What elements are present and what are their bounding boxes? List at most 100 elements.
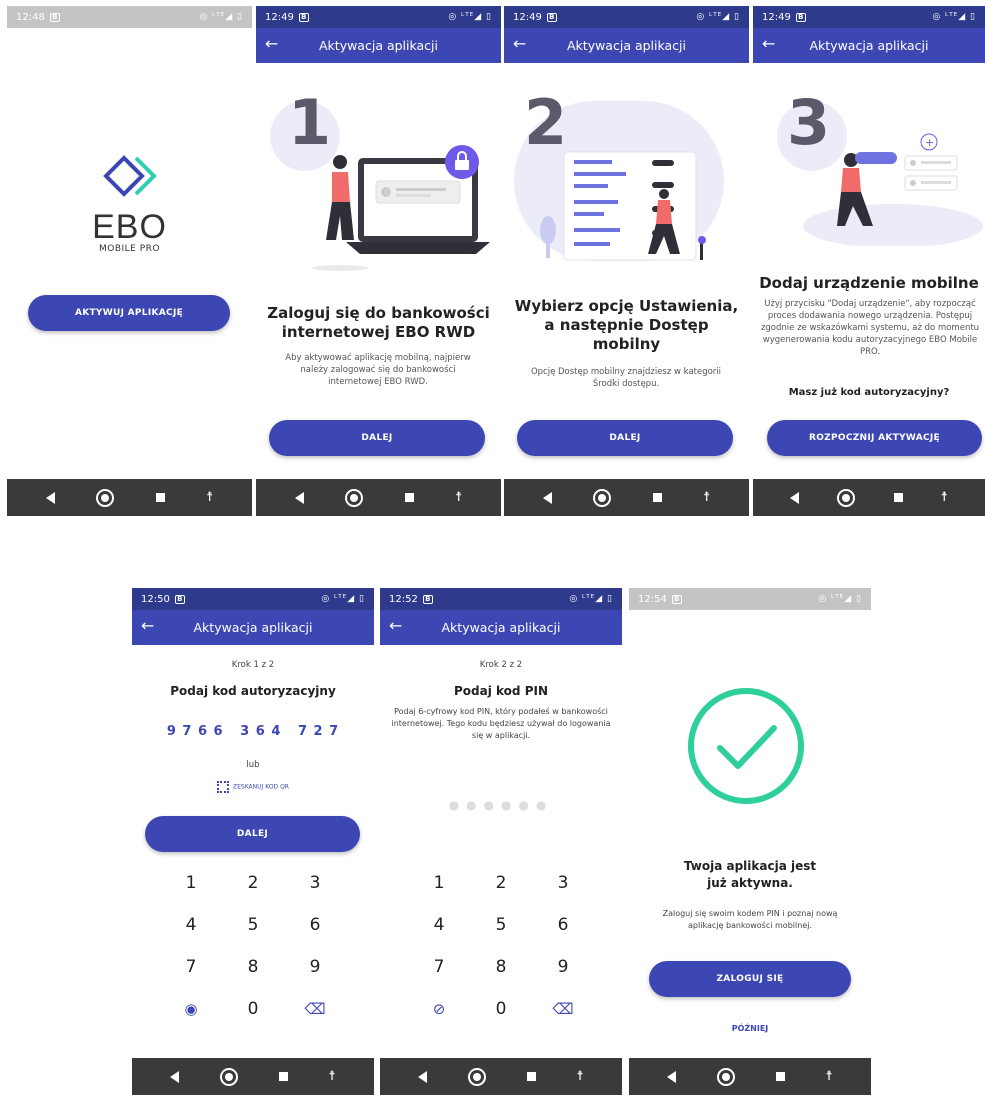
key-4[interactable]: 4 [408, 913, 470, 937]
next-button[interactable]: DALEJ [145, 816, 360, 852]
accessibility-icon[interactable]: ☨ [206, 490, 213, 505]
app-bar: ← Aktywacja aplikacji [256, 28, 501, 63]
status-time: 12:49 [762, 11, 791, 23]
screen-success: 12:54 B ◎ ᴸᵀᴱ◢ ▯ Twoja aplikacja jest już … [629, 588, 871, 1095]
accessibility-icon[interactable]: ☨ [577, 1069, 584, 1084]
step-description: Opcję Dostęp mobilny znajdziesz w katego… [530, 367, 722, 389]
key-5[interactable]: 5 [222, 913, 284, 937]
backspace-icon[interactable]: ⌫ [532, 997, 594, 1021]
step-heading: Wybierz opcję Ustawienia, a następnie Do… [514, 297, 739, 353]
screen-step-3: 12:49 B ◎ ᴸᵀᴱ◢ ▯ ← Aktywacja aplikacji 3 + … [753, 6, 985, 516]
back-icon[interactable] [667, 1070, 677, 1083]
key-6[interactable]: 6 [284, 913, 346, 937]
home-icon[interactable] [717, 1067, 736, 1086]
key-8[interactable]: 8 [470, 955, 532, 979]
pin-description: Podaj 6-cyfrowy kod PIN, który podałeś w… [391, 707, 611, 740]
home-icon[interactable] [593, 488, 612, 507]
next-button[interactable]: DALEJ [517, 420, 733, 456]
android-nav-bar: ☨ [7, 479, 252, 516]
home-icon[interactable] [96, 488, 115, 507]
back-icon[interactable] [418, 1070, 428, 1083]
back-arrow-icon[interactable]: ← [265, 34, 278, 53]
or-label: lub [246, 760, 260, 770]
key-1[interactable]: 1 [160, 871, 222, 895]
android-nav-bar: ☨ [380, 1058, 622, 1095]
accessibility-icon[interactable]: ☨ [329, 1069, 336, 1084]
svg-text:+: + [925, 136, 934, 149]
logo-text: EBO [92, 208, 167, 246]
recents-icon[interactable] [893, 493, 903, 502]
app-bar: ← Aktywacja aplikacji [380, 610, 622, 645]
recents-icon[interactable] [652, 493, 662, 502]
scan-qr-link[interactable]: ZESKANUJ KOD QR [132, 781, 374, 793]
recents-icon[interactable] [278, 1072, 288, 1081]
back-icon[interactable] [45, 491, 55, 504]
key-3[interactable]: 3 [532, 871, 594, 895]
key-2[interactable]: 2 [222, 871, 284, 895]
accessibility-icon[interactable]: ☨ [826, 1069, 833, 1084]
qr-code-icon [217, 781, 230, 793]
screen-pin: 12:52 B ◎ ᴸᵀᴱ◢ ▯ ← Aktywacja aplikacji Krok… [380, 588, 622, 1095]
back-arrow-icon[interactable]: ← [513, 34, 526, 53]
login-button[interactable]: ZALOGUJ SIĘ [649, 961, 851, 997]
laptop-illustration [312, 145, 490, 271]
status-bar: 12:49 B ◎ ᴸᵀᴱ◢ ▯ [256, 6, 501, 28]
home-icon[interactable] [468, 1067, 487, 1086]
key-7[interactable]: 7 [160, 955, 222, 979]
back-icon[interactable] [170, 1070, 180, 1083]
recents-icon[interactable] [404, 493, 414, 502]
home-icon[interactable] [345, 488, 364, 507]
activate-app-button[interactable]: AKTYWUJ APLIKACJĘ [28, 295, 230, 331]
auth-code-display: 9 7 6 6 3 6 4 7 2 7 [166, 724, 340, 739]
start-activation-button[interactable]: ROZPOCZNIJ AKTYWACJĘ [767, 420, 982, 456]
back-icon[interactable] [542, 491, 552, 504]
back-arrow-icon[interactable]: ← [389, 616, 402, 635]
key-6[interactable]: 6 [532, 913, 594, 937]
key-0[interactable]: 0 [222, 997, 284, 1021]
status-bar: 12:49 B ◎ ᴸᵀᴱ◢ ▯ [504, 6, 749, 28]
recents-icon[interactable] [155, 493, 165, 502]
key-1[interactable]: 1 [408, 871, 470, 895]
home-icon[interactable] [220, 1067, 239, 1086]
key-5[interactable]: 5 [470, 913, 532, 937]
later-link[interactable]: PÓŹNIEJ [629, 1024, 871, 1033]
app-bar-title: Aktywacja aplikacji [319, 38, 438, 53]
key-7[interactable]: 7 [408, 955, 470, 979]
recents-icon[interactable] [526, 1072, 536, 1081]
next-button[interactable]: DALEJ [269, 420, 485, 456]
home-icon[interactable] [837, 488, 856, 507]
key-9[interactable]: 9 [284, 955, 346, 979]
key-9[interactable]: 9 [532, 955, 594, 979]
app-bar: ← Aktywacja aplikacji [753, 28, 985, 63]
show-code-eye-icon[interactable]: ◉ [160, 997, 222, 1021]
key-4[interactable]: 4 [160, 913, 222, 937]
back-icon[interactable] [790, 491, 800, 504]
status-time: 12:49 [265, 11, 294, 23]
key-8[interactable]: 8 [222, 955, 284, 979]
app-bar-title: Aktywacja aplikacji [567, 38, 686, 53]
step-label: Krok 2 z 2 [479, 660, 523, 670]
step-description: Aby aktywować aplikację mobilną, najpier… [285, 353, 471, 387]
status-time: 12:52 [389, 593, 418, 605]
ebo-logo-icon [102, 155, 157, 197]
back-icon[interactable] [294, 491, 304, 504]
accessibility-icon[interactable]: ☨ [703, 490, 710, 505]
recents-icon[interactable] [775, 1072, 785, 1081]
settings-illustration [540, 151, 706, 261]
backspace-icon[interactable]: ⌫ [284, 997, 346, 1021]
key-0[interactable]: 0 [470, 997, 532, 1021]
accessibility-icon[interactable]: ☨ [941, 490, 948, 505]
hide-code-eye-icon[interactable]: ⊘ [408, 997, 470, 1021]
key-2[interactable]: 2 [470, 871, 532, 895]
key-3[interactable]: 3 [284, 871, 346, 895]
android-nav-bar: ☨ [132, 1058, 374, 1095]
back-arrow-icon[interactable]: ← [141, 616, 154, 635]
status-time: 12:50 [141, 593, 170, 605]
status-bar: 12:50 B ◎ ᴸᵀᴱ◢ ▯ [132, 588, 374, 610]
back-arrow-icon[interactable]: ← [762, 34, 775, 53]
app-bar-title: Aktywacja aplikacji [193, 620, 313, 635]
android-nav-bar: ☨ [256, 479, 501, 516]
status-bar: 12:54 B ◎ ᴸᵀᴱ◢ ▯ [629, 588, 871, 610]
accessibility-icon[interactable]: ☨ [455, 490, 462, 505]
pin-heading: Podaj kod PIN [454, 684, 548, 698]
